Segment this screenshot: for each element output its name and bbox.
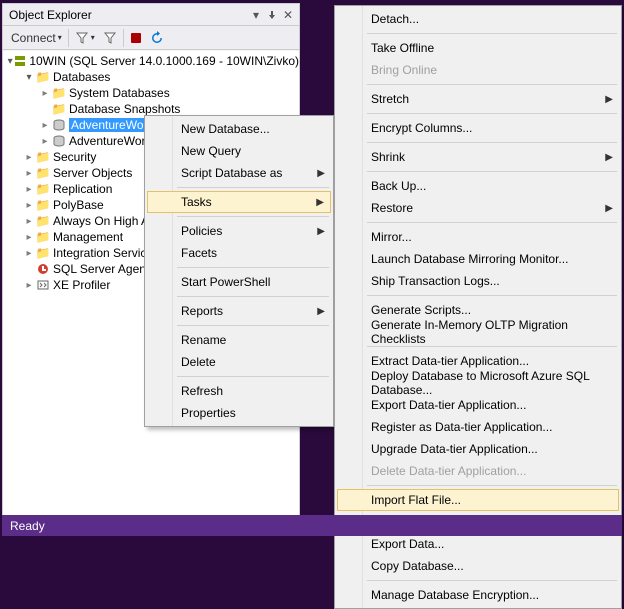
submenu-arrow-icon: ▶	[317, 226, 325, 237]
folder-icon: 📁	[51, 101, 67, 117]
filter2-icon[interactable]	[101, 28, 119, 48]
submenu-arrow-icon: ▶	[605, 94, 613, 105]
panel-title: Object Explorer	[9, 8, 249, 22]
refresh-icon[interactable]	[148, 28, 166, 48]
folder-icon: 📁	[35, 245, 51, 261]
menu-shrink[interactable]: Shrink▶	[337, 146, 619, 168]
menu-deploy-azure[interactable]: Deploy Database to Microsoft Azure SQL D…	[337, 372, 619, 394]
menu-script-database[interactable]: Script Database as▶	[147, 162, 331, 184]
window-position-icon[interactable]: ▾	[249, 8, 263, 22]
menu-upgrade-dta[interactable]: Upgrade Data-tier Application...	[337, 438, 619, 460]
menu-manage-encryption[interactable]: Manage Database Encryption...	[337, 584, 619, 606]
menu-register-dta[interactable]: Register as Data-tier Application...	[337, 416, 619, 438]
filter1-icon[interactable]	[73, 28, 97, 48]
status-bar: Ready	[2, 515, 622, 536]
menu-export-dta[interactable]: Export Data-tier Application...	[337, 394, 619, 416]
menu-generate-oltp-checklists[interactable]: Generate In-Memory OLTP Migration Checkl…	[337, 321, 619, 343]
tree-server[interactable]: 10WIN (SQL Server 14.0.1000.169 - 10WIN\…	[3, 53, 299, 69]
folder-icon: 📁	[35, 149, 51, 165]
submenu-arrow-icon: ▶	[317, 306, 325, 317]
pin-icon[interactable]	[265, 8, 279, 22]
menu-take-offline[interactable]: Take Offline	[337, 37, 619, 59]
menu-launch-mirroring-monitor[interactable]: Launch Database Mirroring Monitor...	[337, 248, 619, 270]
folder-icon: 📁	[35, 69, 51, 85]
stop-icon[interactable]	[128, 28, 144, 48]
menu-export-data[interactable]: Export Data...	[337, 533, 619, 555]
submenu-arrow-icon: ▶	[316, 197, 324, 208]
folder-icon: 📁	[35, 197, 51, 213]
folder-icon: 📁	[51, 85, 67, 101]
toolbar: Connect	[3, 26, 299, 50]
server-icon	[13, 53, 27, 69]
menu-tasks[interactable]: Tasks▶	[147, 191, 331, 213]
menu-import-flat-file[interactable]: Import Flat File...	[337, 489, 619, 511]
menu-new-query[interactable]: New Query	[147, 140, 331, 162]
close-icon[interactable]: ✕	[281, 8, 295, 22]
agent-icon	[35, 261, 51, 277]
menu-refresh[interactable]: Refresh	[147, 380, 331, 402]
submenu-arrow-icon: ▶	[605, 152, 613, 163]
tree-system-databases[interactable]: 📁System Databases	[3, 85, 299, 101]
folder-icon: 📁	[35, 181, 51, 197]
menu-backup[interactable]: Back Up...	[337, 175, 619, 197]
menu-restore[interactable]: Restore▶	[337, 197, 619, 219]
menu-stretch[interactable]: Stretch▶	[337, 88, 619, 110]
database-icon	[51, 117, 67, 133]
menu-properties[interactable]: Properties	[147, 402, 331, 424]
status-text: Ready	[10, 519, 45, 533]
menu-detach[interactable]: Detach...	[337, 8, 619, 30]
menu-copy-database[interactable]: Copy Database...	[337, 555, 619, 577]
connect-button[interactable]: Connect	[9, 28, 64, 48]
folder-icon: 📁	[35, 229, 51, 245]
submenu-arrow-icon: ▶	[317, 168, 325, 179]
menu-new-database[interactable]: New Database...	[147, 118, 331, 140]
menu-mirror[interactable]: Mirror...	[337, 226, 619, 248]
folder-icon: 📁	[35, 165, 51, 181]
tree-databases[interactable]: 📁Databases	[3, 69, 299, 85]
menu-encrypt-columns[interactable]: Encrypt Columns...	[337, 117, 619, 139]
folder-icon: 📁	[35, 213, 51, 229]
menu-bring-online: Bring Online	[337, 59, 619, 81]
panel-header: Object Explorer ▾ ✕	[3, 4, 299, 26]
menu-reports[interactable]: Reports▶	[147, 300, 331, 322]
menu-delete[interactable]: Delete	[147, 351, 331, 373]
menu-delete-dta: Delete Data-tier Application...	[337, 460, 619, 482]
menu-ship-transaction-logs[interactable]: Ship Transaction Logs...	[337, 270, 619, 292]
database-icon	[51, 133, 67, 149]
context-menu-database: New Database... New Query Script Databas…	[144, 115, 334, 427]
menu-policies[interactable]: Policies▶	[147, 220, 331, 242]
xe-icon	[35, 277, 51, 293]
submenu-arrow-icon: ▶	[605, 203, 613, 214]
menu-facets[interactable]: Facets	[147, 242, 331, 264]
menu-rename[interactable]: Rename	[147, 329, 331, 351]
menu-powershell[interactable]: Start PowerShell	[147, 271, 331, 293]
